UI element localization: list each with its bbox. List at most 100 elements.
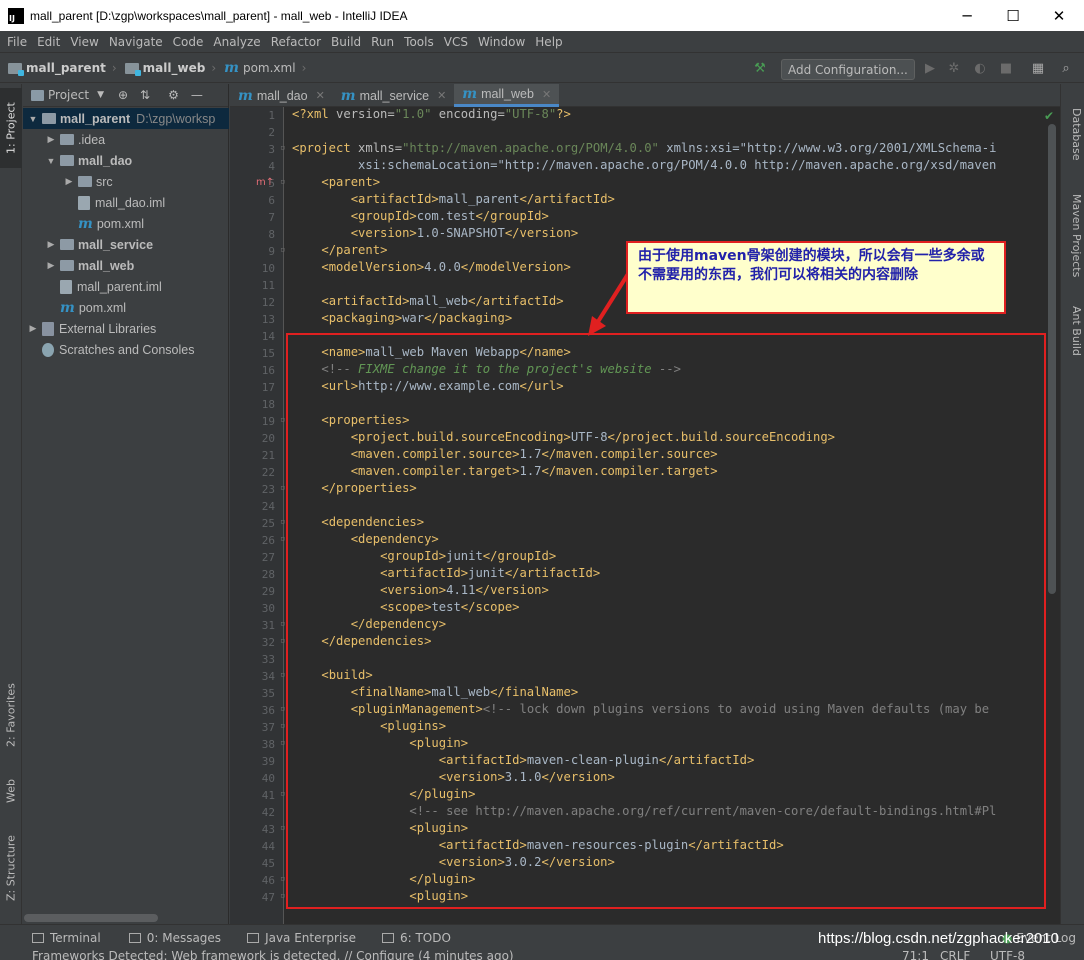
project-structure-icon[interactable]: ▦: [1030, 61, 1046, 77]
menu-view[interactable]: View: [65, 35, 103, 49]
code-line[interactable]: xsi:schemaLocation="http://maven.apache.…: [292, 158, 996, 172]
tab-todo[interactable]: 6: TODO: [381, 931, 451, 945]
minimize-button[interactable]: ─: [944, 0, 990, 31]
fold-marker-icon[interactable]: ▫: [280, 704, 285, 714]
tab-maven-projects-tool[interactable]: Maven Projects: [1063, 194, 1083, 277]
project-tree-item[interactable]: ▶ .idea: [23, 129, 229, 150]
tab-favorites-tool[interactable]: 2: Favorites: [0, 674, 22, 756]
tab-web-tool[interactable]: Web: [0, 766, 22, 816]
fold-marker-icon[interactable]: ▫: [280, 143, 285, 153]
breadcrumb-mall-web[interactable]: mall_web ›: [124, 61, 216, 76]
code-line[interactable]: <parent>: [292, 175, 380, 189]
tab-project-tool[interactable]: 1: Project: [0, 88, 22, 168]
project-tree-item[interactable]: ▼ mall_parent D:\zgp\worksp: [23, 108, 229, 129]
project-tree-item[interactable]: mall_dao.iml: [23, 192, 229, 213]
fold-marker-icon[interactable]: ▫: [280, 483, 285, 493]
code-line[interactable]: <?xml version="1.0" encoding="UTF-8"?>: [292, 107, 571, 121]
code-line[interactable]: <packaging>war</packaging>: [292, 311, 512, 325]
tab-structure-tool[interactable]: Z: Structure: [0, 828, 22, 908]
run-icon[interactable]: ▶: [922, 61, 938, 77]
file-encoding[interactable]: UTF-8: [990, 950, 1025, 960]
fold-marker-icon[interactable]: ▫: [280, 636, 285, 646]
menu-file[interactable]: File: [2, 35, 32, 49]
project-tree-item[interactable]: Scratches and Consoles: [23, 339, 229, 360]
fold-marker-icon[interactable]: ▫: [280, 670, 285, 680]
code-line[interactable]: <groupId>com.test</groupId>: [292, 209, 549, 223]
search-everywhere-icon[interactable]: ⌕: [1058, 61, 1074, 77]
fold-marker-icon[interactable]: ▫: [280, 874, 285, 884]
fold-marker-icon[interactable]: ▫: [280, 823, 285, 833]
project-tree-item[interactable]: ▼ mall_dao: [23, 150, 229, 171]
expand-right-icon[interactable]: ▶: [45, 134, 57, 145]
menu-vcs[interactable]: VCS: [439, 35, 473, 49]
project-tree-item[interactable]: m pom.xml: [23, 297, 229, 318]
menu-build[interactable]: Build: [326, 35, 366, 49]
breadcrumb-mall-parent[interactable]: mall_parent ›: [8, 61, 117, 76]
fold-marker-icon[interactable]: ▫: [280, 245, 285, 255]
tab-ant-build-tool[interactable]: Ant Build: [1063, 306, 1083, 356]
status-message[interactable]: Frameworks Detected: Web framework is de…: [32, 950, 514, 960]
maximize-button[interactable]: ☐: [990, 0, 1036, 31]
tab-messages[interactable]: 0: Messages: [128, 931, 221, 945]
close-tab-icon[interactable]: ✕: [542, 88, 551, 101]
menu-refactor[interactable]: Refactor: [266, 35, 326, 49]
coverage-icon[interactable]: ◐: [972, 61, 988, 77]
project-tree-item[interactable]: ▶ mall_service: [23, 234, 229, 255]
close-window-button[interactable]: ✕: [1036, 0, 1082, 31]
fold-marker-icon[interactable]: ▫: [280, 517, 285, 527]
fold-marker-icon[interactable]: ▫: [280, 177, 285, 187]
project-tree-item[interactable]: ▶ mall_web: [23, 255, 229, 276]
chevron-down-icon[interactable]: ▼: [97, 90, 104, 100]
tab-terminal[interactable]: Terminal: [32, 931, 101, 945]
menu-navigate[interactable]: Navigate: [104, 35, 168, 49]
fold-marker-icon[interactable]: ▫: [280, 738, 285, 748]
fold-marker-icon[interactable]: ▫: [280, 789, 285, 799]
debug-icon[interactable]: ✲: [946, 61, 962, 77]
expand-right-icon[interactable]: ▶: [63, 176, 75, 187]
navigate-to-parent-icon[interactable]: m↑: [256, 177, 274, 188]
tab-mall-service[interactable]: m mall_service ✕: [333, 84, 455, 107]
tab-database-tool[interactable]: Database: [1063, 108, 1083, 161]
menu-run[interactable]: Run: [366, 35, 399, 49]
fold-marker-icon[interactable]: ▫: [280, 619, 285, 629]
close-tab-icon[interactable]: ✕: [437, 89, 446, 102]
add-configuration-button[interactable]: Add Configuration...: [781, 59, 915, 80]
hide-panel-icon[interactable]: —: [191, 88, 203, 102]
menu-tools[interactable]: Tools: [399, 35, 439, 49]
fold-marker-icon[interactable]: ▫: [280, 891, 285, 901]
gear-icon[interactable]: ⚙: [168, 88, 179, 102]
collapse-all-icon[interactable]: ⇅: [140, 88, 150, 102]
project-tree-item[interactable]: ▶ src: [23, 171, 229, 192]
fold-marker-icon[interactable]: ▫: [280, 415, 285, 425]
project-horizontal-scrollbar[interactable]: [24, 914, 158, 922]
stop-icon[interactable]: ■: [998, 61, 1014, 77]
build-hammer-icon[interactable]: ⚒: [752, 61, 768, 77]
expand-right-icon[interactable]: ▶: [45, 260, 57, 271]
breadcrumb-pom-xml[interactable]: m pom.xml ›: [224, 60, 306, 76]
fold-marker-icon[interactable]: ▫: [280, 721, 285, 731]
fold-marker-icon[interactable]: ▫: [280, 534, 285, 544]
code-line[interactable]: <artifactId>mall_web</artifactId>: [292, 294, 563, 308]
tab-mall-dao[interactable]: m mall_dao ✕: [230, 84, 333, 107]
menu-window[interactable]: Window: [473, 35, 530, 49]
close-tab-icon[interactable]: ✕: [316, 89, 325, 102]
menu-edit[interactable]: Edit: [32, 35, 65, 49]
tab-java-enterprise[interactable]: Java Enterprise: [247, 931, 356, 945]
code-line[interactable]: <artifactId>mall_parent</artifactId>: [292, 192, 615, 206]
project-tree-item[interactable]: ▶ External Libraries: [23, 318, 229, 339]
project-tree-item[interactable]: mall_parent.iml: [23, 276, 229, 297]
code-line[interactable]: <version>1.0-SNAPSHOT</version>: [292, 226, 579, 240]
code-line[interactable]: </parent>: [292, 243, 387, 257]
menu-code[interactable]: Code: [168, 35, 209, 49]
code-line[interactable]: <project xmlns="http://maven.apache.org/…: [292, 141, 996, 155]
expand-right-icon[interactable]: ▶: [27, 323, 39, 334]
code-line[interactable]: <modelVersion>4.0.0</modelVersion>: [292, 260, 571, 274]
expand-down-icon[interactable]: ▼: [27, 114, 39, 124]
locate-file-icon[interactable]: ⊕: [118, 88, 128, 102]
menu-help[interactable]: Help: [530, 35, 567, 49]
project-view-selector[interactable]: Project: [48, 88, 89, 102]
expand-right-icon[interactable]: ▶: [45, 239, 57, 250]
caret-position[interactable]: 71:1: [902, 950, 929, 960]
editor-vertical-scrollbar[interactable]: [1048, 124, 1056, 594]
tab-mall-web[interactable]: m mall_web ✕: [454, 84, 560, 107]
